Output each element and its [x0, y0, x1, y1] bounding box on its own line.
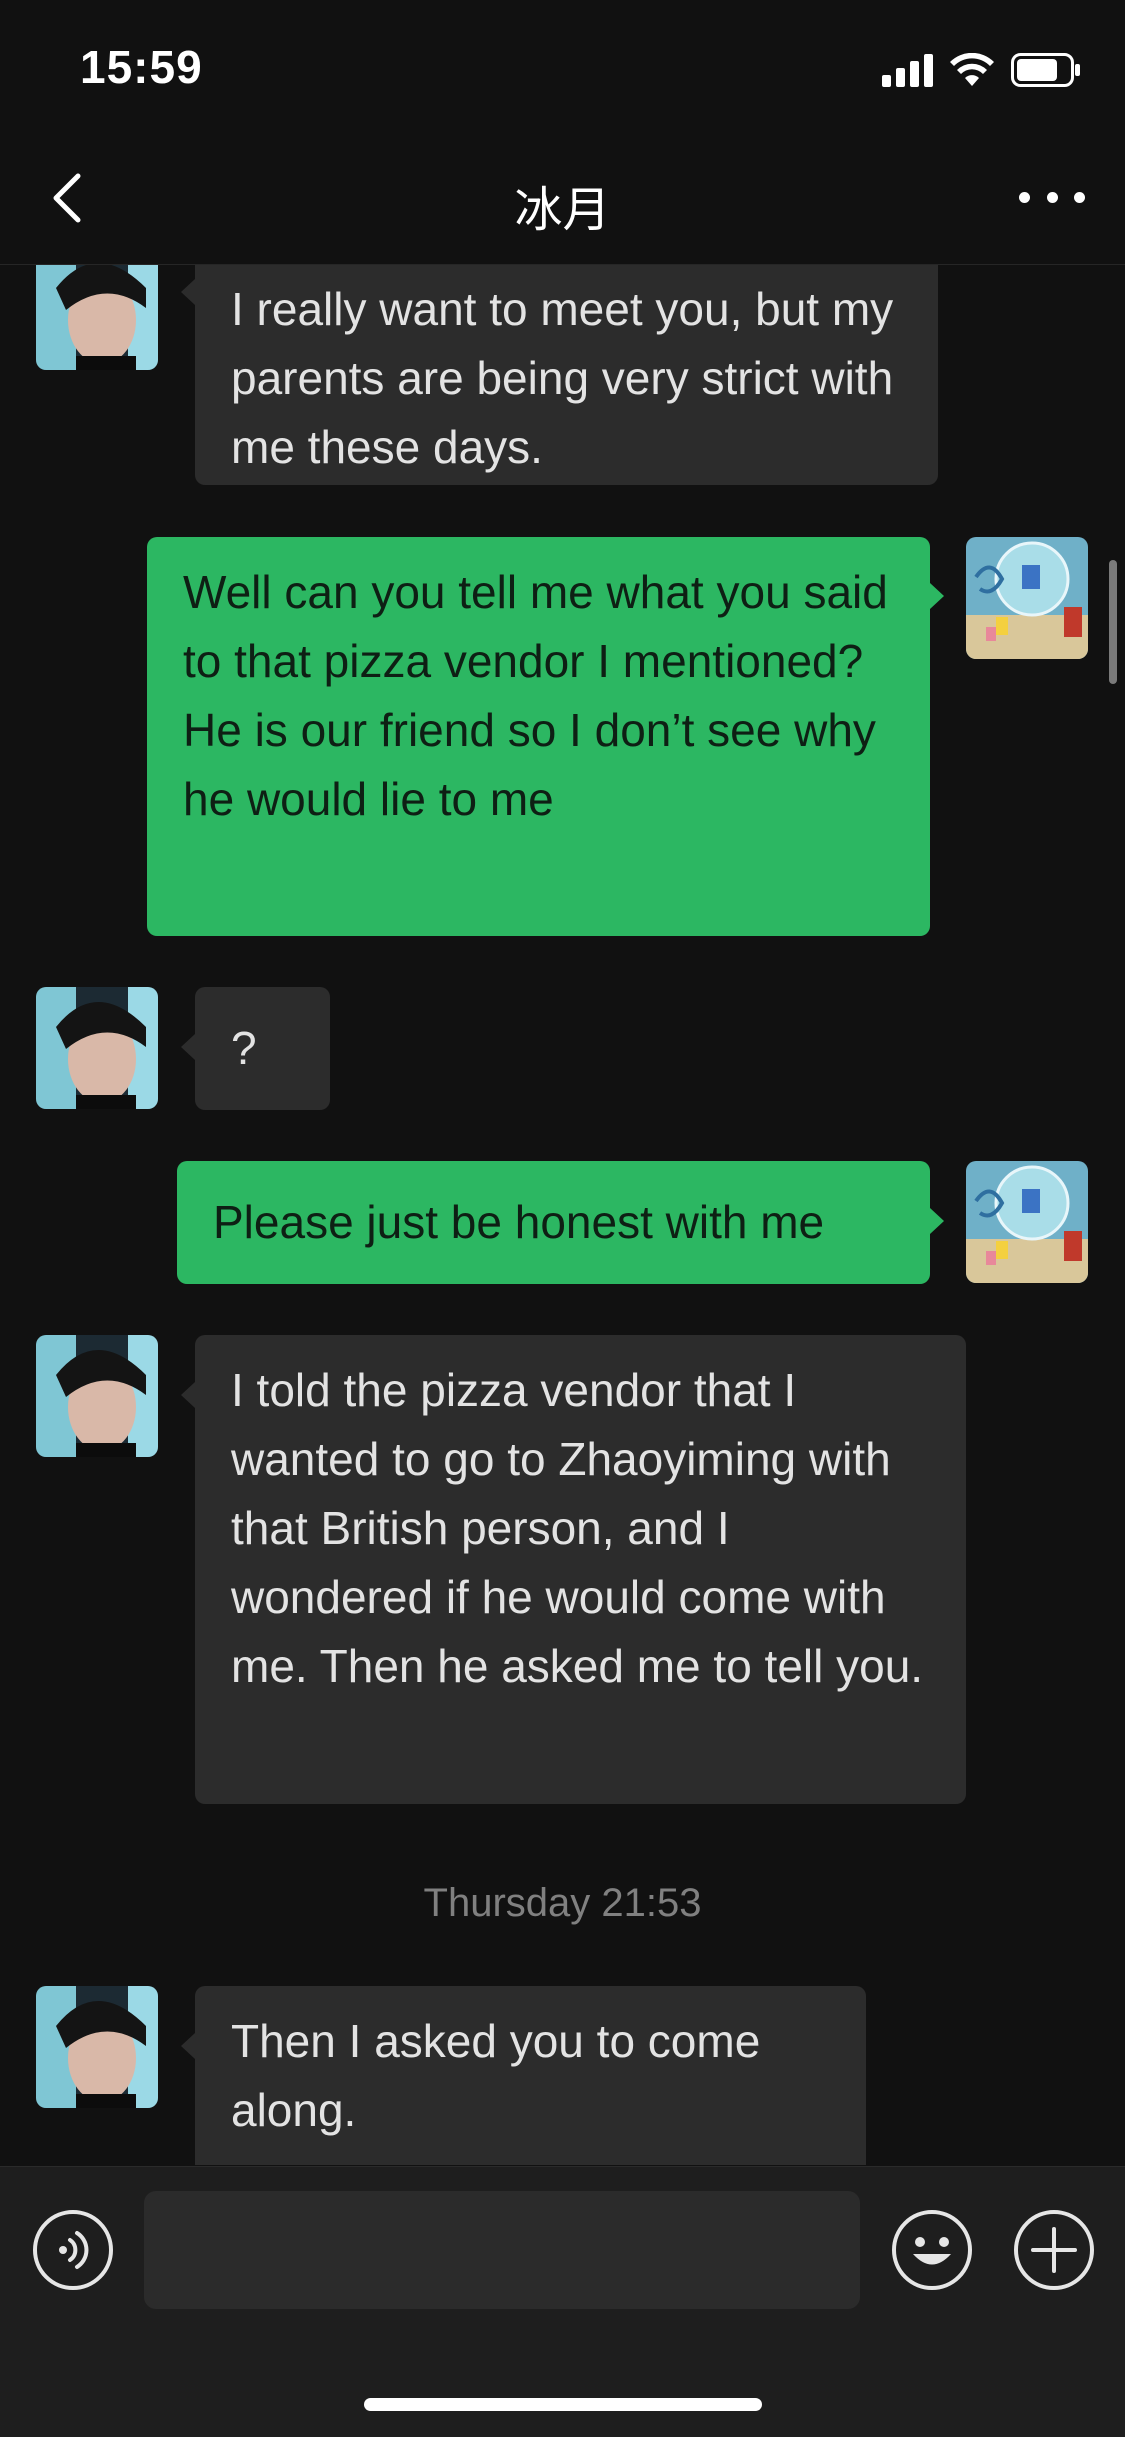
- message-text: Well can you tell me what you said to th…: [183, 566, 888, 825]
- message-bubble-incoming[interactable]: I told the pizza vendor that I wanted to…: [195, 1335, 966, 1804]
- home-indicator[interactable]: [364, 2398, 762, 2411]
- message-bubble-incoming[interactable]: Then I asked you to come along.: [195, 1986, 866, 2165]
- my-avatar[interactable]: [966, 1161, 1088, 1283]
- chat-header: 冰月: [0, 132, 1125, 265]
- contact-avatar[interactable]: [36, 1986, 158, 2108]
- input-bar: [0, 2166, 1125, 2437]
- voice-input-icon[interactable]: [32, 2209, 114, 2291]
- status-time: 15:59: [80, 41, 203, 93]
- message-text: ?: [231, 1022, 257, 1074]
- status-icons: [882, 50, 1081, 90]
- contact-avatar[interactable]: [36, 265, 158, 370]
- scrollbar[interactable]: [1109, 560, 1117, 684]
- contact-avatar[interactable]: [36, 1335, 158, 1457]
- my-avatar[interactable]: [966, 537, 1088, 659]
- add-attachment-icon[interactable]: [1013, 2209, 1095, 2291]
- emoji-icon[interactable]: [891, 2209, 973, 2291]
- message-text: I really want to meet you, but my parent…: [231, 283, 894, 473]
- message-bubble-outgoing[interactable]: Well can you tell me what you said to th…: [147, 537, 930, 936]
- contact-avatar[interactable]: [36, 987, 158, 1109]
- message-bubble-incoming[interactable]: ?: [195, 987, 330, 1110]
- message-bubble-incoming[interactable]: I really want to meet you, but my parent…: [195, 265, 938, 485]
- message-list[interactable]: I really want to meet you, but my parent…: [0, 265, 1125, 2165]
- battery-icon: [1011, 53, 1080, 87]
- message-text: Then I asked you to come along.: [231, 2015, 761, 2136]
- more-options-icon[interactable]: [1019, 184, 1085, 210]
- timestamp-divider: Thursday 21:53: [423, 1881, 702, 1925]
- message-text: Please just be honest with me: [213, 1196, 825, 1248]
- wifi-icon: [950, 53, 994, 86]
- message-input[interactable]: [144, 2191, 860, 2309]
- chat-title: 冰月: [514, 182, 611, 238]
- message-text: I told the pizza vendor that I wanted to…: [231, 1364, 924, 1692]
- cellular-signal-icon: [882, 53, 933, 87]
- message-bubble-outgoing[interactable]: Please just be honest with me: [177, 1161, 930, 1284]
- status-bar: 15:59: [0, 0, 1125, 132]
